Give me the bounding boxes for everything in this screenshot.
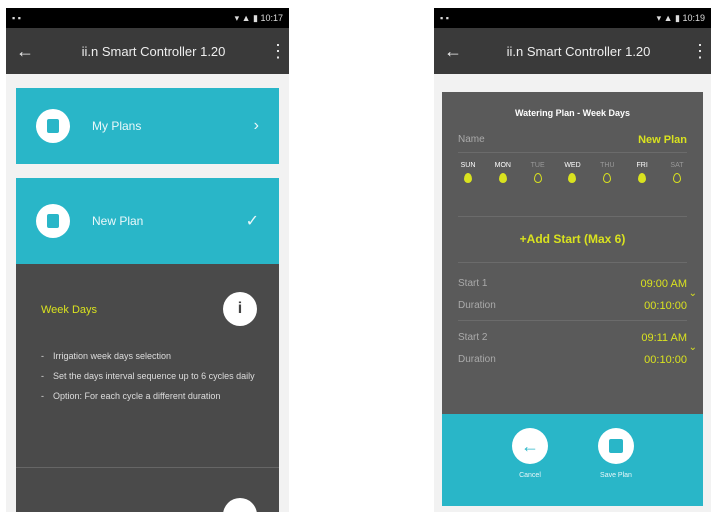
status-right: ▾ ▲ ▮ 10:17 bbox=[234, 12, 283, 23]
start1-time[interactable]: 09:00 AM bbox=[641, 278, 687, 290]
water-drop-icon bbox=[464, 173, 472, 183]
start1-label: Start 1 bbox=[458, 278, 488, 289]
start2-label: Start 2 bbox=[458, 332, 488, 343]
feature-list: Irrigation week days selection Set the d… bbox=[41, 350, 259, 410]
save-disk-icon bbox=[598, 428, 634, 464]
overflow-menu-icon[interactable]: ⋮ bbox=[269, 41, 287, 62]
name-row: Name New Plan bbox=[458, 134, 687, 146]
water-drop-icon bbox=[533, 173, 542, 183]
next-option-icon[interactable] bbox=[223, 498, 257, 512]
new-plan-label: New Plan bbox=[92, 214, 144, 228]
water-drop-icon bbox=[603, 173, 612, 183]
divider bbox=[458, 216, 687, 217]
save-plan-button[interactable]: Save Plan bbox=[586, 428, 646, 479]
day-label: SUN bbox=[460, 162, 476, 169]
day-label: WED bbox=[564, 162, 581, 169]
new-plan-icon bbox=[36, 204, 70, 238]
cancel-button[interactable]: ← Cancel bbox=[500, 428, 560, 479]
day-tue[interactable]: TUE bbox=[526, 162, 550, 183]
plans-icon bbox=[36, 109, 70, 143]
divider bbox=[458, 152, 687, 153]
cancel-label: Cancel bbox=[519, 472, 541, 479]
status-left: ▪ ▪ bbox=[440, 13, 449, 23]
add-start-button[interactable]: +Add Start (Max 6) bbox=[442, 232, 703, 246]
expand-icon[interactable]: ⌄ bbox=[689, 288, 697, 299]
back-arrow-icon[interactable]: ← bbox=[16, 41, 38, 62]
day-label: FRI bbox=[636, 162, 648, 169]
status-right: ▾ ▲ ▮ 10:19 bbox=[656, 12, 705, 23]
start2-time[interactable]: 09:11 AM bbox=[641, 332, 687, 344]
checkmark-icon: ✓ bbox=[245, 213, 259, 230]
right-phone-screen: ▪ ▪ ▾ ▲ ▮ 10:19 ← ii.n Smart Controller … bbox=[434, 8, 711, 512]
water-drop-icon bbox=[568, 173, 577, 183]
divider bbox=[16, 467, 279, 468]
duration1-label: Duration bbox=[458, 300, 496, 311]
week-days-panel: Week Days i Irrigation week days selecti… bbox=[16, 264, 279, 512]
my-plans-label: My Plans bbox=[92, 119, 142, 133]
name-field[interactable]: New Plan bbox=[638, 134, 687, 146]
chevron-right-icon: › bbox=[253, 117, 259, 134]
day-fri[interactable]: FRI bbox=[630, 162, 654, 183]
day-label: MON bbox=[494, 162, 511, 169]
list-item: Set the days interval sequence up to 6 c… bbox=[41, 370, 259, 382]
duration2-label: Duration bbox=[458, 354, 496, 365]
save-plan-label: Save Plan bbox=[600, 472, 632, 479]
expand-icon[interactable]: ⌄ bbox=[689, 342, 697, 353]
list-item: Option: For each cycle a different durat… bbox=[41, 390, 259, 402]
status-bar: ▪ ▪ ▾ ▲ ▮ 10:17 bbox=[6, 8, 289, 28]
day-label: THU bbox=[600, 162, 615, 169]
status-left: ▪ ▪ bbox=[12, 13, 21, 23]
duration2-row: Duration 00:10:00 bbox=[458, 354, 687, 366]
back-arrow-icon[interactable]: ← bbox=[444, 41, 466, 62]
start2-row: Start 2 09:11 AM bbox=[458, 332, 687, 344]
duration1-row: Duration 00:10:00 bbox=[458, 300, 687, 312]
list-item: Irrigation week days selection bbox=[41, 350, 259, 362]
name-label: Name bbox=[458, 134, 485, 145]
action-bar: ← Cancel Save Plan bbox=[442, 414, 703, 506]
status-bar: ▪ ▪ ▾ ▲ ▮ 10:19 bbox=[434, 8, 711, 28]
day-sat[interactable]: SAT bbox=[665, 162, 689, 183]
day-wed[interactable]: WED bbox=[560, 162, 584, 183]
day-mon[interactable]: MON bbox=[491, 162, 515, 183]
water-drop-icon bbox=[638, 173, 647, 183]
day-label: TUE bbox=[530, 162, 545, 169]
app-title: ii.n Smart Controller 1.20 bbox=[81, 43, 226, 59]
my-plans-card[interactable]: My Plans › bbox=[16, 88, 279, 164]
water-drop-icon bbox=[498, 173, 507, 183]
new-plan-card[interactable]: New Plan ✓ bbox=[16, 178, 279, 264]
info-icon[interactable]: i bbox=[223, 292, 257, 326]
left-phone-screen: ▪ ▪ ▾ ▲ ▮ 10:17 ← ii.n Smart Controller … bbox=[6, 8, 289, 512]
water-drop-icon bbox=[672, 173, 681, 183]
plan-title: Watering Plan - Week Days bbox=[514, 108, 631, 118]
week-days-title: Week Days bbox=[41, 304, 98, 316]
app-bar: ← ii.n Smart Controller 1.20 ⋮ bbox=[6, 28, 289, 74]
app-bar: ← ii.n Smart Controller 1.20 ⋮ bbox=[434, 28, 711, 74]
start1-row: Start 1 09:00 AM bbox=[458, 278, 687, 290]
day-thu[interactable]: THU bbox=[595, 162, 619, 183]
overflow-menu-icon[interactable]: ⋮ bbox=[691, 41, 709, 62]
app-title: ii.n Smart Controller 1.20 bbox=[506, 43, 651, 59]
day-selector: SUN MON TUE WED THU FRI SAT bbox=[456, 162, 689, 183]
watering-plan-panel: Watering Plan - Week Days Name New Plan … bbox=[442, 92, 703, 414]
day-sun[interactable]: SUN bbox=[456, 162, 480, 183]
divider bbox=[458, 320, 687, 321]
divider bbox=[458, 262, 687, 263]
day-label: SAT bbox=[670, 162, 684, 169]
duration2-value[interactable]: 00:10:00 bbox=[644, 354, 687, 366]
duration1-value[interactable]: 00:10:00 bbox=[644, 300, 687, 312]
back-arrow-icon: ← bbox=[512, 428, 548, 464]
